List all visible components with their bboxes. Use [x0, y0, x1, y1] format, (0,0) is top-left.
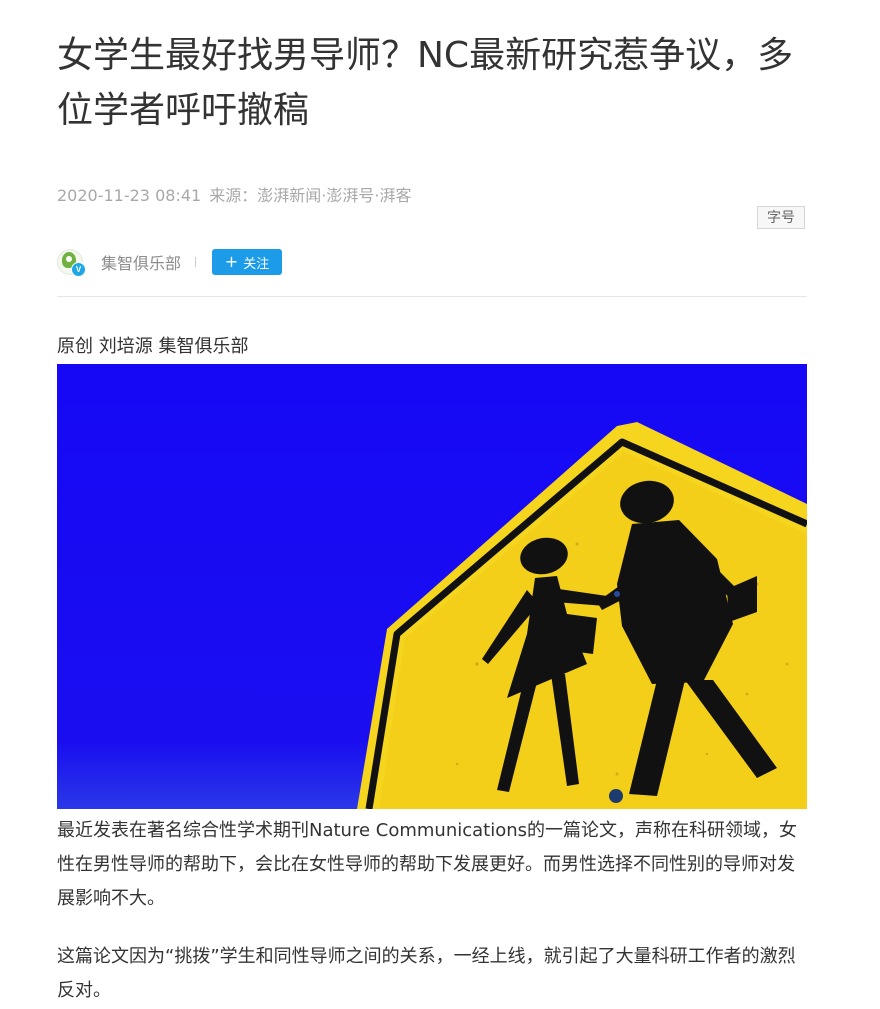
source-label: 来源：: [209, 186, 258, 205]
article-paragraph: 最近发表在著名综合性学术期刊Nature Communications的一篇论文…: [57, 820, 798, 909]
byline: 原创 刘培源 集智俱乐部: [57, 336, 249, 357]
hero-image: [57, 364, 807, 809]
author-name[interactable]: 集智俱乐部: [101, 250, 181, 274]
school-crossing-sign-icon: [57, 364, 807, 809]
article-meta: 2020-11-23 08:41 来源：澎湃新闻·澎湃号·湃客: [57, 184, 411, 208]
avatar[interactable]: V: [57, 249, 86, 277]
follow-button[interactable]: + 关注: [212, 249, 283, 275]
article-paragraph: 这篇论文因为“挑拨”学生和同性导师之间的关系，一经上线，就引起了大量科研工作者的…: [57, 946, 796, 1001]
verified-icon: V: [71, 262, 86, 277]
font-size-button[interactable]: 字号: [757, 206, 805, 229]
header-divider: [57, 296, 807, 297]
article: 女学生最好找男导师？NC最新研究惹争议，多位学者呼吁撤稿 2020-11-23 …: [0, 0, 880, 1009]
plus-icon: +: [224, 252, 239, 271]
author-bar: V 集智俱乐部 + 关注: [57, 248, 283, 277]
article-title: 女学生最好找男导师？NC最新研究惹争议，多位学者呼吁撤稿: [57, 35, 794, 131]
publish-datetime: 2020-11-23 08:41: [57, 186, 202, 205]
source-name: 澎湃新闻·澎湃号·湃客: [257, 186, 412, 205]
divider: [195, 257, 197, 267]
follow-label: 关注: [243, 256, 270, 272]
